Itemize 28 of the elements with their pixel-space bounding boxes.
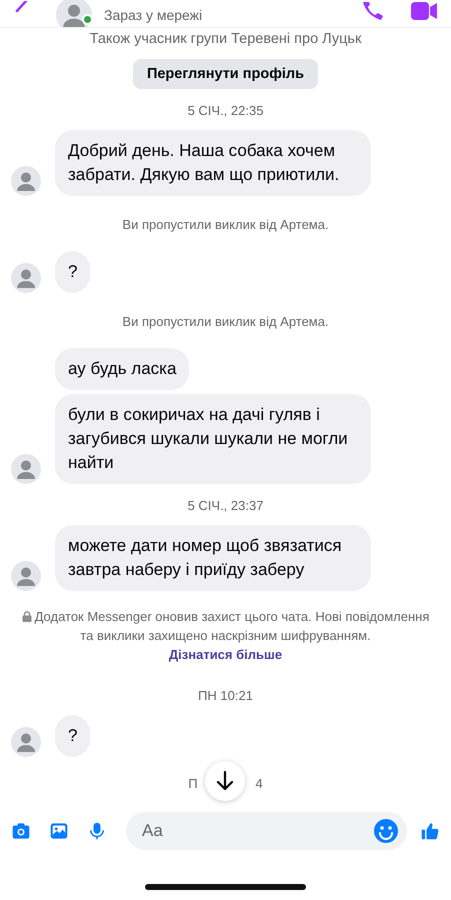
- timestamp-fragment: П: [188, 776, 198, 790]
- message-bubble: ?: [55, 715, 90, 757]
- timestamp: 5 СІЧ., 22:35: [188, 103, 264, 118]
- lock-icon: [22, 611, 32, 622]
- avatar-icon: [11, 561, 41, 591]
- message-bubble: ау будь ласка: [55, 348, 190, 390]
- message-input-field[interactable]: Aa: [126, 812, 407, 850]
- avatar-icon: [11, 263, 41, 293]
- message-bubble: можете дати номер щоб звязатися завтра наберу і приїду заберу: [55, 525, 371, 591]
- missed-call-notice: Ви пропустили виклик від Артема.: [122, 314, 329, 329]
- message-bubble: ?: [55, 251, 90, 293]
- emoji-icon[interactable]: [373, 818, 399, 844]
- message-bubble: були в сокиричах на дачі гуляв і загубився шукали шукали не могли найти: [55, 394, 371, 484]
- learn-more-link[interactable]: Дізнатися більше: [168, 645, 282, 664]
- encryption-notice: Додаток Messenger оновив захист цього чата. Нові повідомлення та виклики захищено наскрізним шифруванням.: [14, 607, 437, 645]
- timestamp-fragment: 4: [256, 776, 263, 790]
- missed-call-notice: Ви пропустили виклик від Артема.: [122, 217, 329, 232]
- scroll-down-button[interactable]: [205, 761, 245, 801]
- group-membership-text: Також учасник групи Теревені про Луцьк: [90, 31, 362, 47]
- avatar-icon: [11, 727, 41, 757]
- status-text: Зараз у мережі: [104, 7, 202, 23]
- timestamp: 5 СІЧ., 23:37: [188, 498, 264, 513]
- message-bubble: Добрий день. Наша собака хочем забрати. Дякую вам що приютили.: [55, 130, 371, 196]
- avatar-icon: [11, 454, 41, 484]
- arrow-down-icon[interactable]: [216, 771, 234, 791]
- timestamp: ПН 10:21: [198, 688, 253, 703]
- avatar-icon: [11, 166, 41, 196]
- view-profile-button[interactable]: Переглянути профіль: [132, 59, 318, 89]
